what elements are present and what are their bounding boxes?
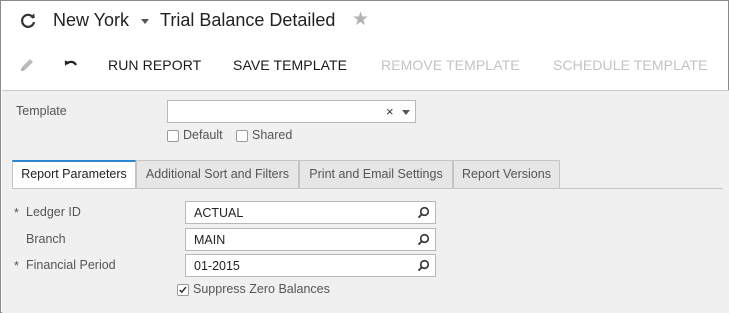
tab-report-versions[interactable]: Report Versions [453,160,560,189]
tab-additional-sort-filters[interactable]: Additional Sort and Filters [136,160,299,189]
shared-checkbox[interactable] [236,130,248,142]
company-selector[interactable]: New York [53,10,129,31]
tab-report-parameters[interactable]: Report Parameters [12,160,136,189]
required-mark: * [14,206,19,220]
run-report-button[interactable]: RUN REPORT [108,56,201,74]
pencil-icon[interactable] [18,56,36,74]
branch-field[interactable]: MAIN [185,228,436,251]
search-icon[interactable] [417,233,430,246]
tab-label: Additional Sort and Filters [145,167,290,181]
ledger-id-value: ACTUAL [194,206,244,220]
chevron-down-icon[interactable] [402,110,410,115]
remove-template-button[interactable]: REMOVE TEMPLATE [381,56,520,74]
template-label: Template [16,104,67,118]
financial-period-value: 01-2015 [194,259,240,273]
branch-value: MAIN [194,233,226,247]
tab-print-email-settings[interactable]: Print and Email Settings [299,160,453,189]
search-icon[interactable] [417,206,430,219]
clear-icon[interactable]: × [386,104,394,119]
toolbar: RUN REPORT SAVE TEMPLATE REMOVE TEMPLATE… [1,45,728,85]
ledger-id-label: Ledger ID [26,205,81,219]
tab-label: Report Parameters [21,167,127,181]
report-form: Template × Default Shared Report Paramet… [2,90,729,313]
chevron-down-icon[interactable] [141,19,149,24]
star-icon[interactable]: ★ [352,10,369,30]
default-checkbox[interactable] [167,130,179,142]
save-template-button[interactable]: SAVE TEMPLATE [233,56,347,74]
branch-label: Branch [26,232,66,246]
suppress-zero-checkbox[interactable] [177,284,189,296]
title-bar: New York Trial Balance Detailed ★ [1,1,728,41]
financial-period-field[interactable]: 01-2015 [185,254,436,277]
financial-period-label: Financial Period [26,258,116,272]
ledger-id-field[interactable]: ACTUAL [185,201,436,224]
undo-icon[interactable] [62,56,80,74]
tab-label: Report Versions [462,167,551,181]
tab-label: Print and Email Settings [309,167,443,181]
checkmark-icon [179,286,187,294]
report-window: New York Trial Balance Detailed ★ RUN RE… [0,0,729,313]
template-dropdown[interactable]: × [167,100,416,123]
schedule-template-button[interactable]: SCHEDULE TEMPLATE [553,56,707,74]
refresh-icon[interactable] [18,11,38,31]
report-parameters-panel: * Ledger ID ACTUAL Branch MAIN * Financi… [12,188,723,310]
default-label: Default [183,128,223,142]
required-mark: * [14,259,19,273]
search-icon[interactable] [417,259,430,272]
page-title: Trial Balance Detailed [160,10,336,30]
shared-label: Shared [252,128,293,142]
suppress-zero-label: Suppress Zero Balances [193,282,330,296]
